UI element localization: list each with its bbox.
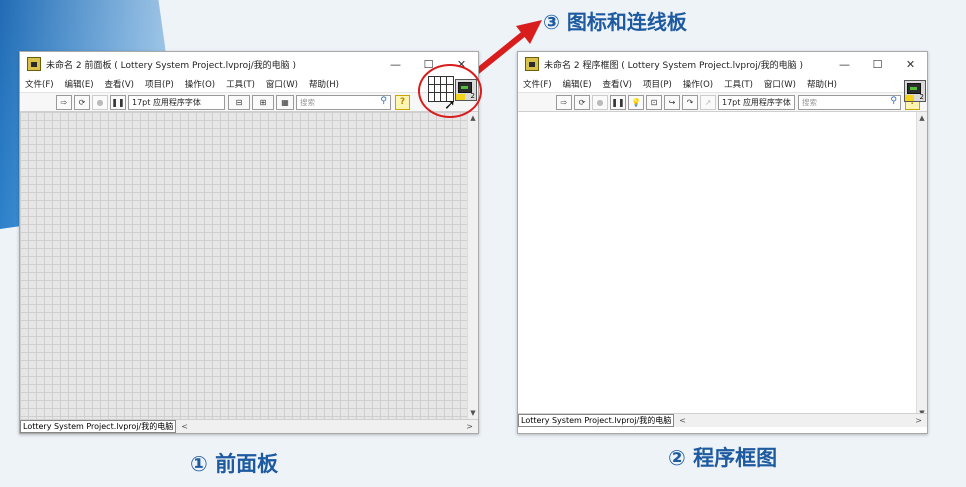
search-icon[interactable]: ⚲ (890, 96, 897, 106)
step-out-icon[interactable]: ↗ (700, 94, 716, 110)
search-input[interactable]: 搜索 ⚲ (296, 94, 391, 110)
run-continuously-icon[interactable]: ⟳ (74, 94, 90, 110)
close-button[interactable]: ✕ (894, 58, 927, 71)
step-into-icon[interactable]: ↪ (664, 94, 680, 110)
scroll-right-icon[interactable]: > (466, 422, 473, 431)
menu-operate[interactable]: 操作(O) (185, 78, 215, 90)
vi-icon-number: 2 (919, 93, 924, 101)
step3-caption: ③ 图标和连线板 (543, 10, 687, 34)
scroll-up-icon[interactable]: ▲ (468, 114, 478, 122)
block-diagram-status-path: Lottery System Project.lvproj/我的电脑 (518, 414, 675, 427)
menu-project[interactable]: 项目(P) (643, 78, 672, 90)
menu-window[interactable]: 窗口(W) (764, 78, 796, 90)
block-diagram-canvas[interactable] (518, 112, 916, 419)
block-diagram-vi-icon[interactable]: 2 (904, 80, 926, 102)
distribute-objects-icon[interactable]: ⊞ (252, 94, 274, 110)
block-diagram-toolbar: ⇨ ⟳ ● ❚❚ 💡 ⊡ ↪ ↷ ↗ 17pt 应用程序字体 搜索 ⚲ ? (518, 92, 927, 112)
block-diagram-menubar: 文件(F) 编辑(E) 查看(V) 项目(P) 操作(O) 工具(T) 窗口(W… (518, 76, 927, 92)
font-select[interactable]: 17pt 应用程序字体 (128, 94, 225, 110)
highlight-execution-icon[interactable]: 💡 (628, 94, 644, 110)
front-panel-status-path: Lottery System Project.lvproj/我的电脑 (20, 420, 177, 433)
labview-app-icon (27, 57, 41, 71)
scroll-left-icon[interactable]: < (679, 416, 686, 425)
menu-help[interactable]: 帮助(H) (807, 78, 837, 90)
font-select[interactable]: 17pt 应用程序字体 (718, 94, 795, 110)
front-panel-toolbar: ⇨ ⟳ ● ❚❚ 17pt 应用程序字体 ⊟ ⊞ ▦ 搜索 ⚲ ? (20, 92, 478, 112)
menu-view[interactable]: 查看(V) (105, 78, 134, 90)
front-panel-window: 未命名 2 前面板 ( Lottery System Project.lvpro… (19, 51, 479, 434)
run-arrow-icon[interactable]: ⇨ (56, 94, 72, 110)
front-panel-titlebar: 未命名 2 前面板 ( Lottery System Project.lvpro… (20, 52, 478, 76)
scroll-left-icon[interactable]: < (181, 422, 188, 431)
menu-file[interactable]: 文件(F) (523, 78, 552, 90)
run-continuously-icon[interactable]: ⟳ (574, 94, 590, 110)
menu-edit[interactable]: 编辑(E) (65, 78, 94, 90)
scroll-down-icon[interactable]: ▼ (468, 409, 478, 417)
menu-operate[interactable]: 操作(O) (683, 78, 713, 90)
menu-tools[interactable]: 工具(T) (226, 78, 255, 90)
menu-tools[interactable]: 工具(T) (724, 78, 753, 90)
step-over-icon[interactable]: ↷ (682, 94, 698, 110)
context-help-icon[interactable]: ? (395, 94, 410, 110)
pause-icon[interactable]: ❚❚ (610, 94, 626, 110)
block-diagram-titlebar: 未命名 2 程序框图 ( Lottery System Project.lvpr… (518, 52, 927, 76)
front-panel-title: 未命名 2 前面板 ( Lottery System Project.lvpro… (46, 60, 297, 71)
search-placeholder: 搜索 (300, 97, 315, 107)
minimize-button[interactable]: — (828, 58, 861, 71)
menu-window[interactable]: 窗口(W) (266, 78, 298, 90)
retain-wire-values-icon[interactable]: ⊡ (646, 94, 662, 110)
maximize-button[interactable]: ☐ (861, 58, 894, 71)
menu-file[interactable]: 文件(F) (25, 78, 54, 90)
search-icon[interactable]: ⚲ (380, 96, 387, 106)
block-diagram-horizontal-scrollbar[interactable]: < > (674, 416, 927, 425)
align-objects-icon[interactable]: ⊟ (228, 94, 250, 110)
menu-edit[interactable]: 编辑(E) (563, 78, 592, 90)
pause-icon[interactable]: ❚❚ (110, 94, 126, 110)
search-input[interactable]: 搜索 ⚲ (798, 94, 901, 110)
minimize-button[interactable]: — (379, 58, 412, 71)
front-panel-horizontal-scrollbar[interactable]: < > (176, 422, 478, 431)
abort-icon[interactable]: ● (592, 94, 608, 110)
resize-objects-icon[interactable]: ▦ (276, 94, 294, 110)
front-panel-canvas[interactable] (20, 112, 467, 419)
block-diagram-title: 未命名 2 程序框图 ( Lottery System Project.lvpr… (544, 60, 804, 71)
block-diagram-caption: ② 程序框图 (668, 446, 778, 470)
block-diagram-window: 未命名 2 程序框图 ( Lottery System Project.lvpr… (517, 51, 928, 434)
front-panel-menubar: 文件(F) 编辑(E) 查看(V) 项目(P) 操作(O) 工具(T) 窗口(W… (20, 76, 478, 92)
menu-project[interactable]: 项目(P) (145, 78, 174, 90)
search-placeholder: 搜索 (802, 97, 817, 107)
block-diagram-statusbar: Lottery System Project.lvproj/我的电脑 < > (518, 413, 927, 427)
block-diagram-vertical-scrollbar[interactable]: ▲ ▼ (916, 112, 927, 419)
menu-help[interactable]: 帮助(H) (309, 78, 339, 90)
front-panel-caption: ① 前面板 (190, 452, 279, 476)
front-panel-statusbar: Lottery System Project.lvproj/我的电脑 < > (20, 419, 478, 433)
menu-view[interactable]: 查看(V) (603, 78, 632, 90)
front-panel-vertical-scrollbar[interactable]: ▲ ▼ (467, 112, 478, 419)
labview-app-icon (525, 57, 539, 71)
abort-icon[interactable]: ● (92, 94, 108, 110)
scroll-up-icon[interactable]: ▲ (917, 114, 927, 122)
scroll-right-icon[interactable]: > (915, 416, 922, 425)
mouse-cursor-icon: ➚ (444, 97, 456, 113)
run-arrow-icon[interactable]: ⇨ (556, 94, 572, 110)
